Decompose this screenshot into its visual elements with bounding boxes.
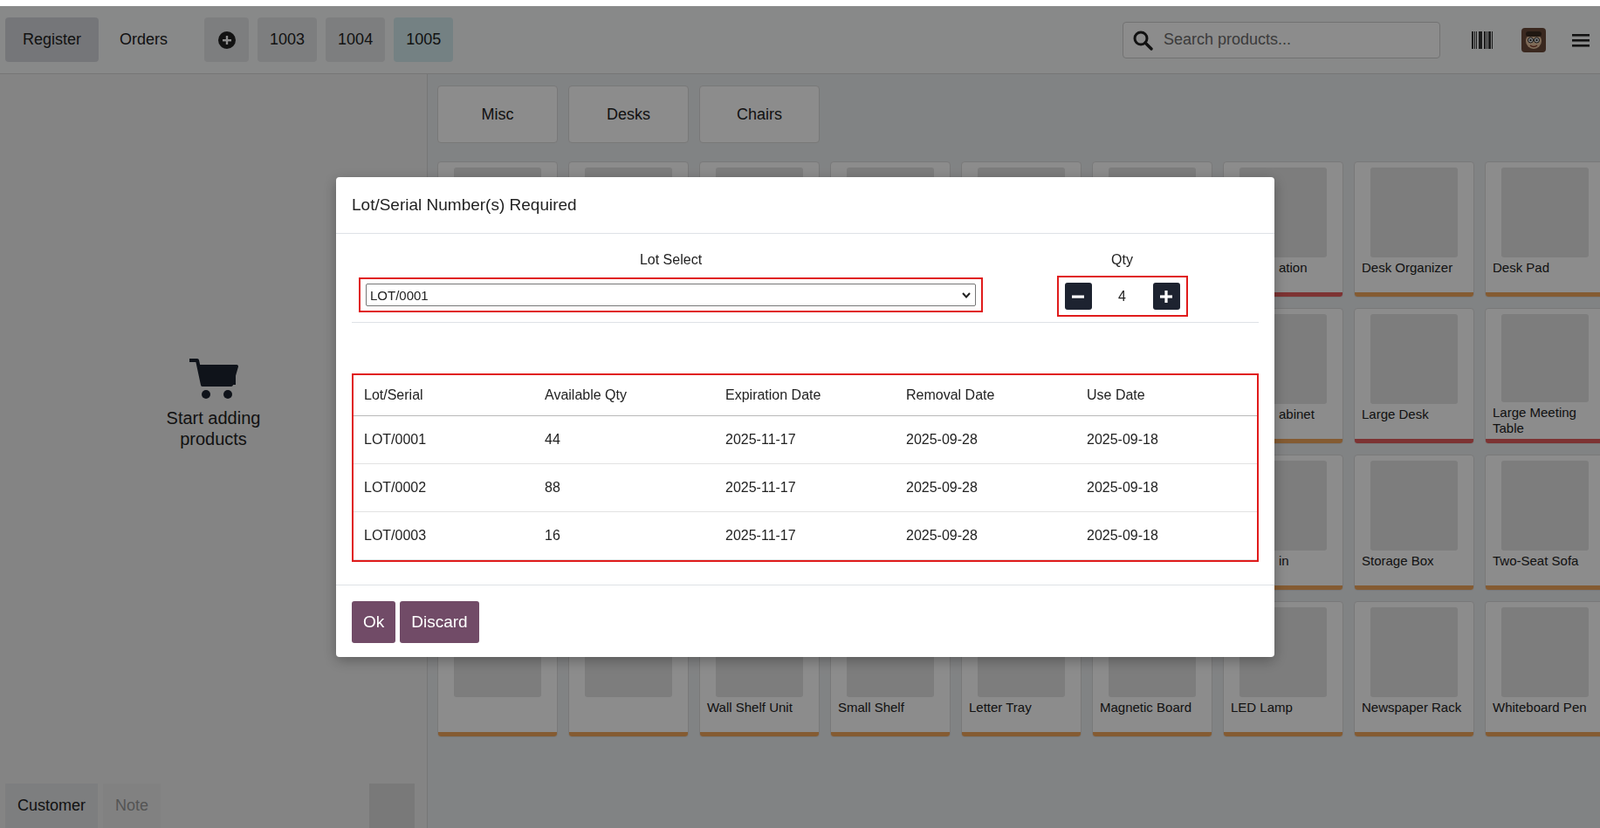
dialog-title: Lot/Serial Number(s) Required (351, 195, 577, 215)
lot-row-item[interactable]: LOT/0002882025-11-172025-09-282025-09-18 (353, 464, 1257, 513)
lot-cell: 2025-09-18 (1076, 416, 1257, 465)
lot-select-value: LOT/0001 (370, 288, 429, 303)
lot-select[interactable]: LOT/0001 (365, 283, 976, 307)
chevron-down-icon (961, 289, 972, 301)
column-header: Available Qty (534, 375, 715, 417)
dialog-body: Lot Select LOT/0001 Qty 4 Lot/SerialAvailabl… (336, 233, 1275, 563)
ok-button[interactable]: Ok (351, 601, 396, 644)
lot-cell: 2025-11-17 (714, 464, 896, 513)
lot-cell: LOT/0002 (353, 464, 535, 513)
qty-input[interactable]: 4 (1096, 288, 1149, 305)
minus-icon (1070, 288, 1086, 305)
lot-select-label: Lot Select (358, 251, 983, 269)
qty-label: Qty (985, 251, 1259, 269)
plus-icon (1158, 288, 1175, 305)
lot-cell: 2025-09-18 (1076, 464, 1257, 513)
lot-cell: 2025-09-28 (895, 464, 1077, 513)
lot-cell: 2025-11-17 (714, 416, 896, 465)
qty-cell: Qty 4 (985, 251, 1259, 317)
lot-cell: 2025-09-28 (895, 416, 1077, 465)
column-header: Use Date (1076, 375, 1257, 417)
lot-row-item[interactable]: LOT/0003162025-11-172025-09-282025-09-18 (353, 512, 1257, 561)
lot-row-item[interactable]: LOT/0001442025-11-172025-09-282025-09-18 (353, 416, 1257, 465)
lot-dialog: Lot/Serial Number(s) RequiredLot SelectL… (336, 177, 1275, 658)
column-header: Lot/Serial (353, 375, 535, 417)
lot-select-cell: Lot Select LOT/0001 (351, 251, 986, 317)
lot-cell: 2025-11-17 (714, 512, 896, 561)
lot-table: Lot/SerialAvailable QtyExpiration DateRe… (353, 375, 1257, 561)
lot-table-header: Lot/SerialAvailable QtyExpiration DateRe… (353, 375, 1257, 417)
qty-control: 4 (1057, 275, 1188, 317)
lot-cell: 16 (534, 512, 715, 561)
lot-cell: 2025-09-18 (1076, 512, 1257, 561)
lot-cell: 2025-09-28 (895, 512, 1077, 561)
lot-cell: LOT/0001 (353, 416, 535, 465)
lot-cell: 88 (534, 464, 715, 513)
discard-button[interactable]: Discard (399, 601, 479, 644)
dialog-header: Lot/Serial Number(s) Required (336, 177, 1275, 234)
lot-cell: LOT/0003 (353, 512, 535, 561)
column-header: Expiration Date (714, 375, 896, 417)
lot-table-highlight: Lot/SerialAvailable QtyExpiration DateRe… (351, 373, 1259, 563)
lot-row: Lot Select LOT/0001 Qty 4 (351, 233, 1259, 323)
lot-select-highlight: LOT/0001 (358, 277, 983, 313)
column-header: Removal Date (895, 375, 1077, 417)
qty-minus-button[interactable] (1064, 282, 1092, 310)
dialog-footer: OkDiscard (336, 584, 1275, 658)
lot-cell: 44 (534, 416, 715, 465)
qty-plus-button[interactable] (1153, 282, 1181, 310)
